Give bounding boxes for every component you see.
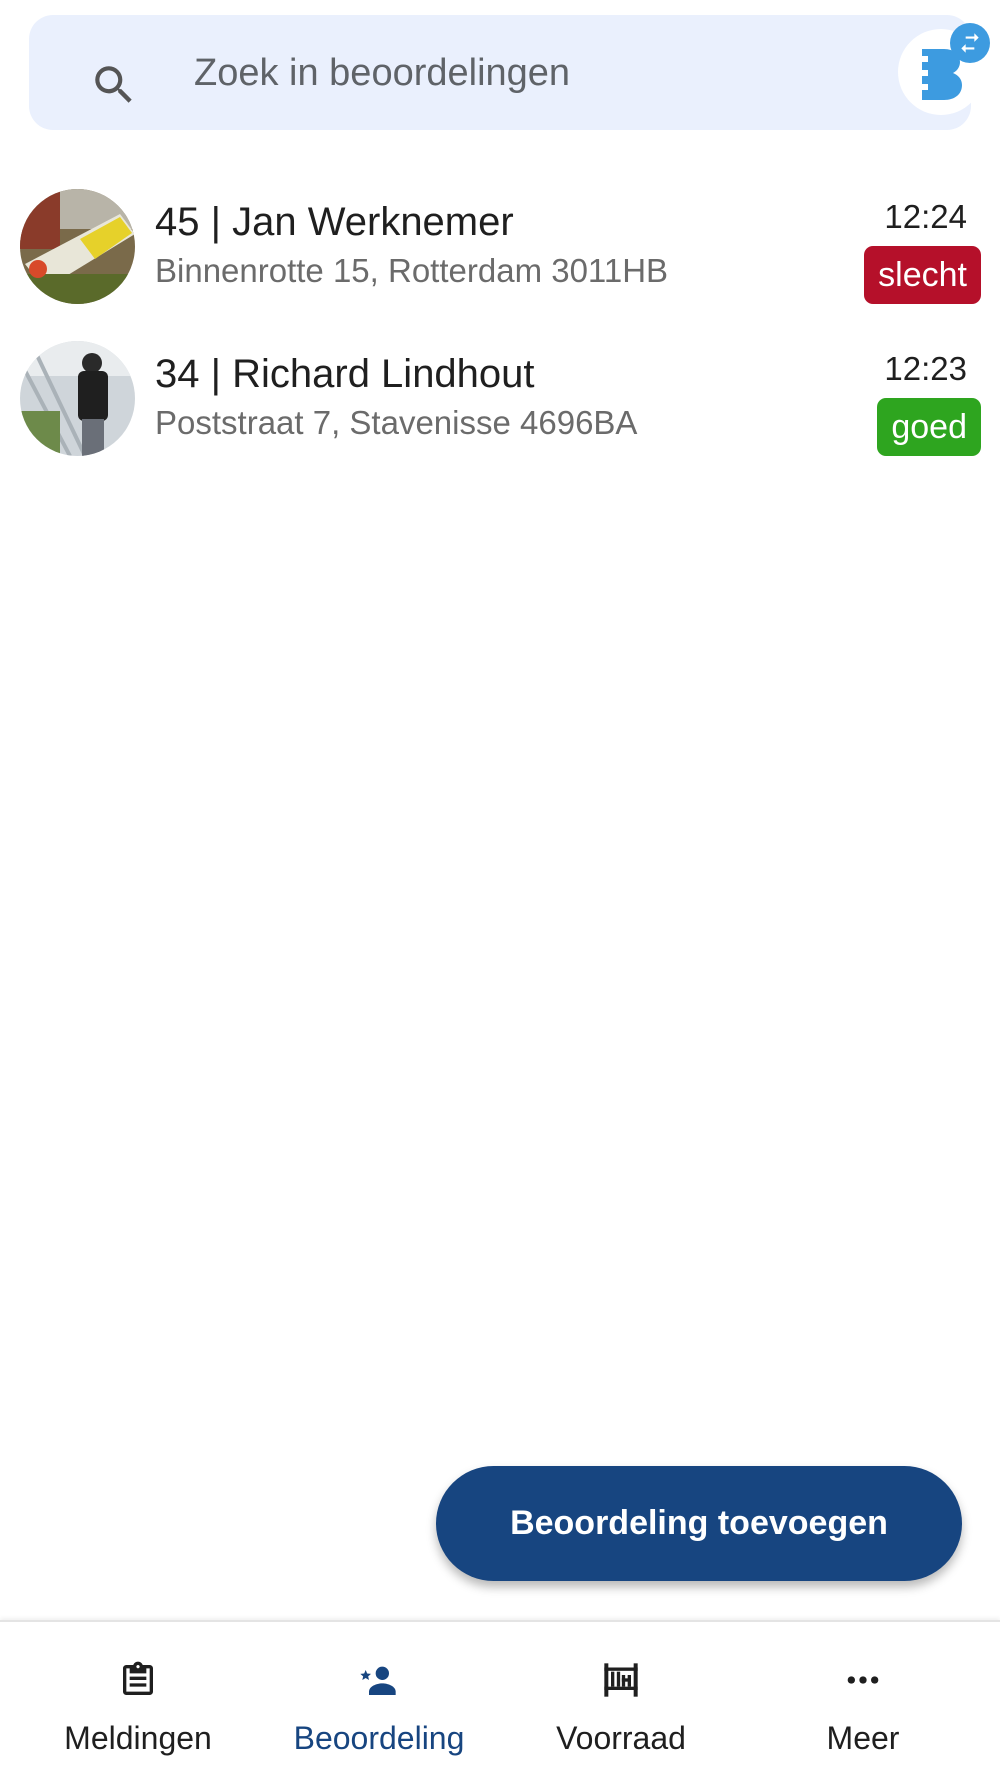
swap-icon[interactable] xyxy=(950,23,990,63)
list-item[interactable]: 34 | Richard Lindhout Poststraat 7, Stav… xyxy=(0,332,1000,484)
rating-badge: slecht xyxy=(864,246,981,304)
review-time: 12:23 xyxy=(884,350,967,387)
review-title: 45 | Jan Werknemer xyxy=(155,200,514,244)
employee-photo xyxy=(20,341,135,456)
list-item[interactable]: 45 | Jan Werknemer Binnenrotte 15, Rotte… xyxy=(0,180,1000,332)
review-time: 12:24 xyxy=(884,198,967,235)
review-list: 45 | Jan Werknemer Binnenrotte 15, Rotte… xyxy=(0,180,1000,484)
search-input[interactable] xyxy=(194,45,844,101)
person-star-icon xyxy=(360,1666,396,1695)
nav-item-meer[interactable]: Meer xyxy=(742,1622,984,1780)
search-icon[interactable] xyxy=(89,60,139,110)
review-address: Poststraat 7, Stavenisse 4696BA xyxy=(155,404,638,441)
add-review-button[interactable]: Beoordeling toevoegen xyxy=(436,1466,962,1581)
review-address: Binnenrotte 15, Rotterdam 3011HB xyxy=(155,252,669,289)
search-bar[interactable] xyxy=(29,15,990,130)
nav-item-beoordeling[interactable]: Beoordeling xyxy=(258,1622,500,1780)
nav-label: Beoordeling xyxy=(293,1720,465,1756)
bottom-navigation: Meldingen Beoordeling Voorraad Meer xyxy=(0,1620,1000,1780)
nav-label: Voorraad xyxy=(556,1720,686,1756)
nav-label: Meldingen xyxy=(64,1720,212,1756)
review-title: 34 | Richard Lindhout xyxy=(155,352,535,396)
clipboard-icon xyxy=(123,1661,153,1695)
employee-photo xyxy=(20,189,135,304)
profile-avatar[interactable] xyxy=(898,23,990,115)
more-dots-icon xyxy=(847,1676,879,1684)
inventory-icon xyxy=(604,1663,638,1697)
rating-badge: goed xyxy=(877,398,981,456)
nav-item-meldingen[interactable]: Meldingen xyxy=(17,1622,259,1780)
nav-item-voorraad[interactable]: Voorraad xyxy=(500,1622,742,1780)
nav-label: Meer xyxy=(826,1720,900,1756)
